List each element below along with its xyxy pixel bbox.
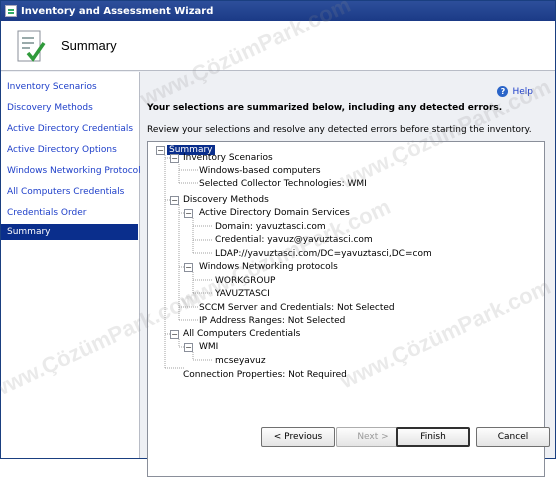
collapse-toggle[interactable]: − — [184, 343, 193, 352]
title-bar[interactable]: Inventory and Assessment Wizard — [1, 1, 555, 21]
tree-node[interactable]: All Computers Credentials — [183, 328, 300, 341]
page-header: Summary — [1, 21, 555, 71]
nav-item-ad-options[interactable]: Active Directory Options — [1, 142, 138, 158]
finish-button[interactable]: Finish — [396, 427, 470, 447]
help-link[interactable]: ? Help — [497, 86, 533, 97]
collapse-toggle[interactable]: − — [170, 154, 179, 163]
tree-node[interactable]: WMI — [199, 341, 218, 354]
cancel-button[interactable]: Cancel — [476, 427, 550, 447]
tree-node[interactable]: Discovery Methods — [183, 194, 269, 207]
help-label: Help — [512, 86, 533, 97]
wizard-app-icon — [5, 5, 17, 17]
collapse-toggle[interactable]: − — [184, 209, 193, 218]
nav-item-ad-credentials[interactable]: Active Directory Credentials — [1, 121, 138, 137]
help-icon: ? — [497, 86, 509, 97]
tree-node[interactable]: LDAP://yavuztasci.com/DC=yavuztasci,DC=c… — [215, 248, 432, 261]
nav-item-windows-networking[interactable]: Windows Networking Protocols — [1, 163, 145, 179]
collapse-toggle[interactable]: − — [170, 330, 179, 339]
collapse-toggle[interactable]: − — [170, 196, 179, 205]
tree-node[interactable]: mcseyavuz — [215, 355, 266, 368]
summary-subheading: Review your selections and resolve any d… — [147, 125, 532, 135]
page-title: Summary — [61, 38, 117, 53]
tree-node[interactable]: SCCM Server and Credentials: Not Selecte… — [199, 302, 395, 315]
nav-item-all-computers-credentials[interactable]: All Computers Credentials — [1, 184, 138, 200]
window-title: Inventory and Assessment Wizard — [21, 5, 214, 17]
tree-node[interactable]: Domain: yavuztasci.com — [215, 221, 326, 234]
tree-node[interactable]: WORKGROUP — [215, 275, 275, 288]
wizard-navigation: Inventory Scenarios Discovery Methods Ac… — [1, 72, 145, 458]
tree-node[interactable]: Selected Collector Technologies: WMI — [199, 178, 367, 191]
nav-item-discovery-methods[interactable]: Discovery Methods — [1, 100, 138, 116]
collapse-toggle[interactable]: − — [184, 263, 193, 272]
tree-node[interactable]: Active Directory Domain Services — [199, 207, 350, 220]
collapse-toggle[interactable]: − — [156, 146, 165, 155]
tree-node[interactable]: Connection Properties: Not Required — [183, 369, 347, 382]
tree-node[interactable]: IP Address Ranges: Not Selected — [199, 315, 345, 328]
tree-node[interactable]: YAVUZTASCI — [215, 288, 270, 301]
wizard-window: Inventory and Assessment Wizard Summary … — [0, 0, 556, 477]
tree-node[interactable]: Inventory Scenarios — [183, 152, 273, 165]
tree-node[interactable]: Windows Networking protocols — [199, 261, 338, 274]
checklist-icon — [17, 30, 46, 62]
summary-panel: ? Help Your selections are summarized be… — [141, 72, 555, 477]
nav-item-summary[interactable]: Summary — [1, 224, 138, 240]
previous-button[interactable]: < Previous — [261, 427, 335, 447]
tree-node[interactable]: Windows-based computers — [199, 165, 321, 178]
nav-item-credentials-order[interactable]: Credentials Order — [1, 205, 138, 221]
tree-node[interactable]: Credential: yavuz@yavuztasci.com — [215, 234, 373, 247]
summary-heading: Your selections are summarized below, in… — [147, 103, 503, 113]
nav-item-inventory-scenarios[interactable]: Inventory Scenarios — [1, 79, 138, 95]
